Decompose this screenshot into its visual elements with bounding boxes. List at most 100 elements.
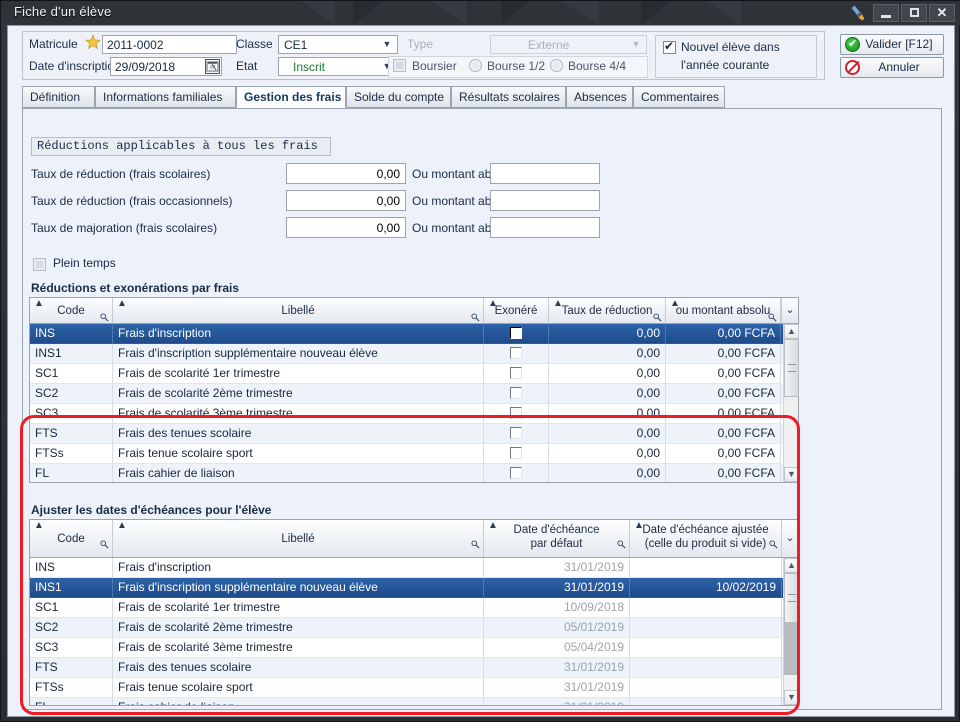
col-header-montant-absolu[interactable]: ▲ ou montant absolu bbox=[666, 298, 781, 323]
table-row[interactable]: INS Frais d'inscription 0,00 0,00 FCFA bbox=[30, 324, 798, 344]
table-row[interactable]: SC3 Frais de scolarité 3ème trimestre 05/0… bbox=[30, 638, 798, 658]
scroll-down-icon[interactable]: ▼ bbox=[784, 690, 799, 705]
cell-libelle: Frais de scolarité 1er trimestre bbox=[113, 598, 484, 618]
classe-dropdown[interactable]: CE1 ▼ bbox=[278, 35, 398, 54]
cell-code: INS1 bbox=[30, 578, 113, 598]
col-header-exonere[interactable]: ▲ Exonéré bbox=[484, 298, 549, 323]
table-row[interactable]: SC1 Frais de scolarité 1er trimestre 10/09… bbox=[30, 598, 798, 618]
table-row[interactable]: FLFrais cahier de liaison31/01/2019 bbox=[30, 698, 798, 705]
filter-search-icon bbox=[100, 313, 109, 322]
scroll-up-icon[interactable]: ▲ bbox=[784, 558, 799, 573]
table-row[interactable]: SC2 Frais de scolarité 2ème trimestre 05/0… bbox=[30, 618, 798, 638]
grid-dates-scrollbar[interactable]: ▲ ▼ bbox=[783, 558, 799, 705]
col-header-libelle-2[interactable]: ▲ Libellé bbox=[113, 520, 484, 557]
cell-libelle: Frais de scolarité 2ème trimestre bbox=[113, 384, 484, 404]
type-dropdown[interactable]: Externe ▼ bbox=[490, 35, 647, 54]
col-header-libelle-label: Libellé bbox=[281, 305, 315, 317]
grid-fees-scrollbar[interactable]: ▲ ▼ bbox=[783, 324, 799, 482]
exonere-checkbox[interactable] bbox=[510, 387, 522, 399]
titlebar-facet bbox=[641, 1, 671, 25]
plein-temps-label: Plein temps bbox=[53, 256, 116, 270]
tab-resultats-scolaires[interactable]: Résultats scolaires bbox=[451, 86, 566, 108]
cell-ajustee[interactable] bbox=[630, 558, 782, 578]
scroll-thumb[interactable] bbox=[784, 339, 799, 397]
table-row[interactable]: FTSs Frais tenue scolaire sport 0,00 0,00 F… bbox=[30, 444, 798, 464]
bourse-demi-radio[interactable] bbox=[469, 59, 482, 72]
cell-ajustee[interactable] bbox=[630, 618, 782, 638]
table-row[interactable]: INS1 Frais d'inscription supplémentaire n… bbox=[30, 344, 798, 364]
cell-exonere bbox=[484, 404, 549, 424]
col-header-code[interactable]: ▲ Code bbox=[30, 298, 113, 323]
scroll-up-icon[interactable]: ▲ bbox=[784, 324, 799, 339]
col-header-date-ajustee[interactable]: ▲ Date d'échéance ajustée (celle du prod… bbox=[630, 520, 782, 557]
table-row[interactable]: INS1 Frais d'inscription supplémentaire n… bbox=[30, 578, 798, 598]
col-header-libelle[interactable]: ▲ Libellé bbox=[113, 298, 484, 323]
cell-ajustee[interactable]: 10/02/2019 bbox=[630, 578, 782, 598]
scroll-down-icon[interactable]: ▼ bbox=[784, 467, 799, 482]
exonere-checkbox[interactable] bbox=[510, 327, 522, 339]
minimize-button[interactable] bbox=[873, 4, 899, 22]
cell-ajustee[interactable] bbox=[630, 598, 782, 618]
exonere-checkbox[interactable] bbox=[510, 367, 522, 379]
type-label: Type bbox=[407, 37, 434, 51]
column-chooser-button-2[interactable]: ⌄ bbox=[781, 520, 798, 557]
cell-exonere bbox=[484, 424, 549, 444]
table-row[interactable]: FTSs Frais tenue scolaire sport 31/01/2019 bbox=[30, 678, 798, 698]
table-row[interactable]: FL Frais cahier de liaison 0,00 0,00 FCFA bbox=[30, 464, 798, 482]
table-row[interactable]: FTS Frais des tenues scolaire 0,00 0,00 FCF… bbox=[30, 424, 798, 444]
montant-absolu-majoration-input[interactable] bbox=[490, 217, 600, 238]
valider-button[interactable]: Valider [F12] bbox=[840, 34, 944, 55]
tab-informations-familiales[interactable]: Informations familiales bbox=[95, 86, 236, 108]
brush-icon[interactable] bbox=[847, 3, 869, 23]
tab-commentaires[interactable]: Commentaires bbox=[633, 86, 725, 108]
table-row[interactable]: INS Frais d'inscription 31/01/2019 bbox=[30, 558, 798, 578]
column-chooser-button[interactable]: ⌄ bbox=[781, 298, 798, 323]
cell-defaut: 31/01/2019 bbox=[484, 578, 630, 598]
table-row[interactable]: SC1 Frais de scolarité 1er trimestre 0,00 0… bbox=[30, 364, 798, 384]
cell-taux: 0,00 bbox=[549, 344, 666, 364]
col-header-taux-reduction[interactable]: ▲ Taux de réduction bbox=[549, 298, 666, 323]
montant-absolu-scolaires-input[interactable] bbox=[490, 163, 600, 184]
tab-definition[interactable]: Définition bbox=[22, 86, 95, 108]
cell-ajustee[interactable] bbox=[630, 678, 782, 698]
table-row[interactable]: SC2 Frais de scolarité 2ème trimestre 0,00… bbox=[30, 384, 798, 404]
col-header-code-2[interactable]: ▲ Code bbox=[30, 520, 113, 557]
table-row[interactable]: FTS Frais des tenues scolaire 31/01/2019 bbox=[30, 658, 798, 678]
close-button[interactable]: ✕ bbox=[929, 4, 955, 22]
cell-libelle: Frais tenue scolaire sport bbox=[113, 678, 484, 698]
titlebar-facet bbox=[353, 1, 383, 25]
cell-ajustee[interactable] bbox=[630, 658, 782, 678]
plein-temps-checkbox[interactable] bbox=[33, 258, 46, 271]
calendar-picker-button[interactable] bbox=[205, 59, 220, 74]
col-header-taux-reduction-label: Taux de réduction bbox=[561, 305, 653, 317]
annuler-button[interactable]: Annuler bbox=[840, 57, 944, 78]
exonere-checkbox[interactable] bbox=[510, 407, 522, 419]
tab-absences[interactable]: Absences bbox=[566, 86, 633, 108]
montant-absolu-occasionnels-input[interactable] bbox=[490, 190, 600, 211]
table-row[interactable]: SC3 Frais de scolarité 3ème trimestre 0,00… bbox=[30, 404, 798, 424]
bourse-plein-radio[interactable] bbox=[550, 59, 563, 72]
exonere-checkbox[interactable] bbox=[510, 427, 522, 439]
boursier-checkbox[interactable] bbox=[393, 59, 406, 72]
tab-gestion-des-frais[interactable]: Gestion des frais bbox=[236, 86, 346, 108]
exonere-checkbox[interactable] bbox=[510, 347, 522, 359]
taux-reduction-occasionnels-input[interactable] bbox=[286, 190, 406, 211]
cell-ajustee[interactable] bbox=[630, 698, 782, 705]
col-header-date-ajustee-line1: Date d'échéance ajustée bbox=[642, 524, 769, 536]
maximize-button[interactable] bbox=[901, 4, 927, 22]
exonere-checkbox[interactable] bbox=[510, 467, 522, 479]
exonere-checkbox[interactable] bbox=[510, 447, 522, 459]
nouvel-eleve-checkbox[interactable] bbox=[663, 39, 676, 54]
matricule-input[interactable] bbox=[102, 35, 237, 54]
cell-ajustee[interactable] bbox=[630, 638, 782, 658]
etat-dropdown[interactable]: Inscrit ▼ bbox=[278, 57, 398, 76]
tab-solde-du-compte[interactable]: Solde du compte bbox=[346, 86, 451, 108]
chevron-down-icon: ▼ bbox=[382, 39, 392, 49]
scroll-thumb[interactable] bbox=[784, 573, 799, 623]
col-header-date-defaut[interactable]: ▲ Date d'échéance par défaut bbox=[484, 520, 630, 557]
taux-reduction-scolaires-input[interactable] bbox=[286, 163, 406, 184]
valider-label: Valider [F12] bbox=[865, 37, 933, 51]
taux-majoration-scolaires-input[interactable] bbox=[286, 217, 406, 238]
scroll-track[interactable] bbox=[784, 623, 799, 675]
cell-montant: 0,00 FCFA bbox=[666, 404, 781, 424]
